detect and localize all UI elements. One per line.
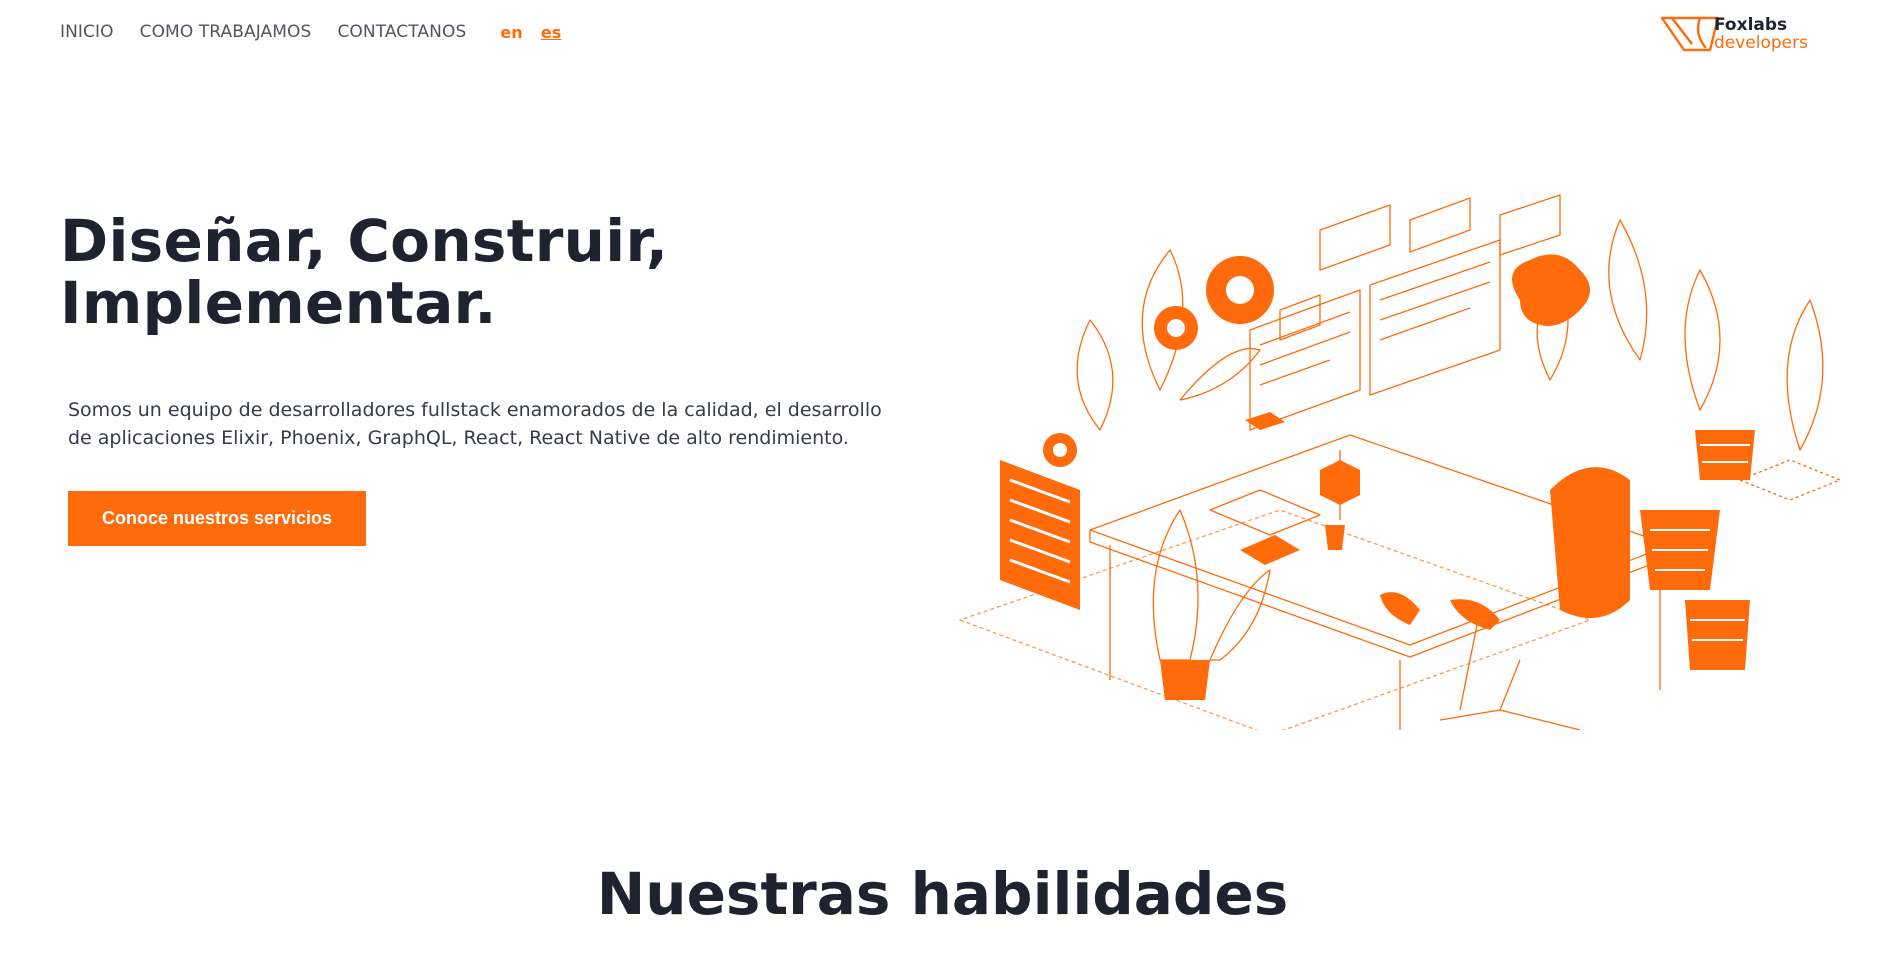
nav-item-inicio[interactable]: INICIO (60, 22, 114, 42)
services-cta-button[interactable]: Conoce nuestros servicios (68, 491, 366, 546)
hero-title: Diseñar, Construir, Implementar. (60, 210, 760, 334)
logo-wordmark: Foxlabs developers (1714, 14, 1808, 53)
skills-section-title: Nuestras habilidades (596, 860, 1289, 928)
developer-workspace-illustration (959, 194, 1841, 730)
lang-es-link[interactable]: es (541, 23, 562, 42)
foxlabs-logo-icon (1660, 16, 1720, 52)
hero-title-line1: Diseñar, Construir, (60, 207, 669, 275)
hero-description: Somos un equipo de desarrolladores fulls… (68, 399, 882, 449)
lang-en-link[interactable]: en (500, 23, 522, 42)
nav-item-como-trabajamos[interactable]: COMO TRABAJAMOS (140, 22, 312, 42)
logo-line1: Foxlabs (1714, 14, 1788, 35)
logo-line2: developers (1714, 32, 1808, 53)
language-switcher: en es (500, 23, 579, 42)
hero-title-line2: Implementar. (60, 269, 497, 337)
foxlabs-logo[interactable]: Foxlabs developers (1660, 14, 1830, 54)
main-nav: INICIO COMO TRABAJAMOS CONTACTANOS en es (60, 22, 579, 42)
nav-item-contactanos[interactable]: CONTACTANOS (337, 22, 466, 42)
